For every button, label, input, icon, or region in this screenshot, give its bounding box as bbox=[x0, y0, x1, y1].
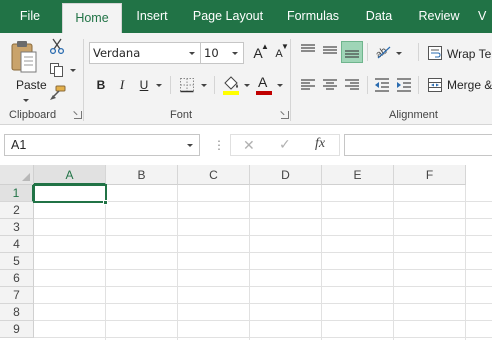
alignment-divider bbox=[367, 76, 368, 94]
select-all-button[interactable] bbox=[0, 165, 34, 185]
wrap-text-icon[interactable] bbox=[427, 45, 443, 61]
svg-text:ab: ab bbox=[374, 45, 390, 60]
gridlines bbox=[34, 185, 492, 340]
chevron-down-icon[interactable] bbox=[70, 69, 76, 72]
alignment-divider bbox=[418, 43, 419, 61]
align-top-icon[interactable] bbox=[300, 42, 316, 58]
font-dialog-launcher-icon[interactable] bbox=[281, 111, 289, 119]
row-header-9[interactable]: 9 bbox=[0, 321, 34, 338]
chevron-down-icon bbox=[187, 144, 193, 147]
alignment-group-label: Alignment bbox=[389, 109, 438, 121]
row-header-8[interactable]: 8 bbox=[0, 304, 34, 321]
shrink-font-arrow-icon: ▼ bbox=[281, 42, 289, 51]
font-color-button[interactable]: A bbox=[254, 74, 274, 96]
tab-home[interactable]: Home bbox=[62, 3, 122, 34]
chevron-down-icon[interactable] bbox=[244, 84, 250, 87]
tab-review[interactable]: Review bbox=[410, 0, 468, 33]
tab-page-layout[interactable]: Page Layout bbox=[186, 0, 270, 33]
align-left-icon[interactable] bbox=[300, 77, 316, 93]
group-divider bbox=[290, 39, 291, 121]
font-divider bbox=[214, 76, 215, 94]
copy-icon[interactable] bbox=[49, 62, 65, 78]
chevron-down-icon[interactable] bbox=[201, 84, 207, 87]
alignment-divider bbox=[367, 43, 368, 61]
chevron-down-icon[interactable] bbox=[277, 84, 283, 87]
merge-center-icon[interactable] bbox=[427, 77, 443, 93]
merge-center-label[interactable]: Merge & bbox=[447, 78, 492, 92]
italic-button[interactable]: I bbox=[111, 74, 133, 96]
column-header-b[interactable]: B bbox=[106, 165, 178, 185]
font-size-combobox[interactable]: 10 bbox=[200, 42, 244, 64]
align-bottom-icon bbox=[345, 50, 359, 58]
row-header-1[interactable]: 1 bbox=[0, 185, 34, 202]
cut-icon[interactable] bbox=[49, 38, 65, 54]
formula-bar-resize-handle[interactable]: ⋮ bbox=[213, 138, 225, 152]
fill-color-icon[interactable] bbox=[222, 74, 240, 96]
row-header-6[interactable]: 6 bbox=[0, 270, 34, 287]
align-center-icon[interactable] bbox=[322, 77, 338, 93]
name-box[interactable]: A1 bbox=[4, 134, 200, 156]
column-header-c[interactable]: C bbox=[178, 165, 250, 185]
paste-button[interactable]: Paste bbox=[6, 37, 47, 107]
group-divider bbox=[83, 39, 84, 121]
align-bottom-button[interactable] bbox=[341, 41, 363, 63]
column-header-e[interactable]: E bbox=[322, 165, 394, 185]
column-header-d[interactable]: D bbox=[250, 165, 322, 185]
tab-file[interactable]: File bbox=[0, 0, 60, 33]
row-header-7[interactable]: 7 bbox=[0, 287, 34, 304]
cell-area[interactable] bbox=[34, 185, 492, 340]
formula-buttons: ✕ ✓ fx bbox=[230, 134, 340, 156]
underline-button[interactable]: U bbox=[133, 74, 155, 96]
font-color-bar-icon bbox=[256, 91, 272, 95]
font-name-value: Verdana bbox=[93, 46, 141, 60]
row-header-5[interactable]: 5 bbox=[0, 253, 34, 270]
insert-function-button[interactable]: fx bbox=[315, 136, 325, 152]
font-size-value: 10 bbox=[204, 46, 219, 60]
wrap-text-label[interactable]: Wrap Te bbox=[447, 47, 491, 61]
chevron-down-icon[interactable] bbox=[156, 84, 162, 87]
alignment-divider bbox=[418, 76, 419, 94]
bold-button[interactable]: B bbox=[90, 74, 112, 96]
font-group-label: Font bbox=[170, 109, 193, 121]
column-header-f[interactable]: F bbox=[394, 165, 466, 185]
font-name-combobox[interactable]: Verdana bbox=[89, 42, 201, 64]
paste-icon bbox=[11, 41, 37, 73]
clipboard-dialog-launcher-icon[interactable] bbox=[74, 111, 82, 119]
active-cell-border[interactable] bbox=[33, 184, 107, 203]
formula-input[interactable] bbox=[344, 134, 492, 156]
cancel-icon[interactable]: ✕ bbox=[243, 137, 255, 154]
ribbon-tab-bar: File Home Insert Page Layout Formulas Da… bbox=[0, 0, 492, 34]
borders-icon[interactable] bbox=[179, 77, 195, 93]
row-header-4[interactable]: 4 bbox=[0, 236, 34, 253]
font-color-label: A bbox=[258, 74, 268, 90]
tab-view[interactable]: V bbox=[478, 0, 492, 33]
worksheet-grid: ABCDEF 123456789 bbox=[0, 165, 492, 340]
orientation-icon[interactable]: ab bbox=[374, 42, 392, 60]
row-header-3[interactable]: 3 bbox=[0, 219, 34, 236]
decrease-indent-icon[interactable] bbox=[374, 77, 390, 93]
chevron-down-icon bbox=[232, 52, 238, 55]
format-painter-icon[interactable] bbox=[49, 84, 67, 102]
increase-indent-icon[interactable] bbox=[396, 77, 412, 93]
tab-data[interactable]: Data bbox=[358, 0, 400, 33]
chevron-down-icon[interactable] bbox=[396, 52, 402, 55]
enter-icon[interactable]: ✓ bbox=[279, 136, 291, 153]
chevron-down-icon bbox=[23, 99, 29, 102]
clipboard-group-label: Clipboard bbox=[9, 109, 57, 121]
tab-formulas[interactable]: Formulas bbox=[280, 0, 346, 33]
align-middle-icon[interactable] bbox=[322, 42, 338, 58]
paste-label: Paste bbox=[16, 78, 47, 92]
ribbon: Paste Clipboard Verdana 10 A ▲ A ▼ B I U bbox=[0, 33, 492, 125]
row-header-2[interactable]: 2 bbox=[0, 202, 34, 219]
font-divider bbox=[170, 76, 171, 94]
formula-bar: A1 ⋮ ✕ ✓ fx bbox=[0, 125, 492, 165]
chevron-down-icon bbox=[189, 52, 195, 55]
shrink-font-button[interactable]: A ▼ bbox=[268, 42, 290, 64]
tab-insert[interactable]: Insert bbox=[128, 0, 176, 33]
name-box-value: A1 bbox=[11, 138, 27, 152]
fill-handle[interactable] bbox=[103, 200, 108, 205]
align-right-icon[interactable] bbox=[344, 77, 360, 93]
column-header-a[interactable]: A bbox=[34, 165, 106, 185]
grow-font-button[interactable]: A ▲ bbox=[247, 42, 269, 64]
